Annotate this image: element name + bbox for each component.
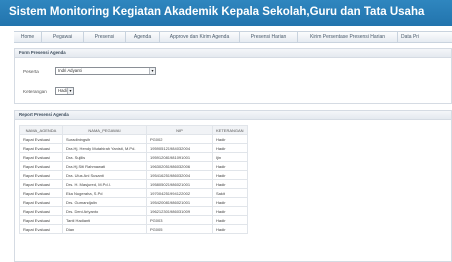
report-panel-header: Report Presensi Agenda bbox=[15, 111, 451, 120]
nav-presensi-harian[interactable]: Presensi Harian bbox=[240, 32, 298, 42]
cell-nama-agenda: Rapat Evaluasi bbox=[19, 170, 63, 180]
peserta-select[interactable]: Indri Adyanti ▼ bbox=[55, 67, 156, 75]
table-row: Rapat Evaluasi Drs. Deni Ariyanto 19621230… bbox=[19, 206, 248, 216]
nav-kirim-persentase[interactable]: Kirim Persentase Presensi Harian bbox=[298, 32, 398, 42]
cell-nip: PG005 bbox=[146, 224, 213, 234]
cell-nama-pegawai: Suradiningsih bbox=[62, 134, 147, 144]
cell-nama-pegawai: Eka Nugeraha, S.Pd bbox=[62, 188, 147, 198]
cell-nip: 195905121984032004 bbox=[146, 143, 213, 153]
cell-nip: 196302051986032006 bbox=[146, 161, 213, 171]
report-table-body: Rapat Evaluasi Suradiningsih PG002 Hadir Rap… bbox=[19, 134, 248, 234]
main-nav: Home Pegawai Presensi Agenda Approve dan… bbox=[14, 31, 452, 43]
peserta-label: Peserta bbox=[23, 69, 39, 74]
column-header-nip: NIP bbox=[146, 125, 213, 135]
table-row: Rapat Evaluasi Dra. Ulus Ani Susanti 19541… bbox=[19, 170, 248, 180]
app-title: Sistem Monitoring Kegiatan Akademik Kepa… bbox=[9, 6, 425, 18]
cell-keterangan: Hadir bbox=[212, 224, 248, 234]
cell-nama-agenda: Rapat Evaluasi bbox=[19, 197, 63, 207]
cell-nip: 195912081981091001 bbox=[146, 152, 213, 162]
cell-nama-pegawai: Dra. Ulus Ani Susanti bbox=[62, 170, 147, 180]
form-presensi-panel: Form Presensi Agenda Peserta Indri Adyan… bbox=[14, 48, 452, 104]
cell-keterangan: Hadir bbox=[212, 206, 248, 216]
cell-nip: 195416251986032004 bbox=[146, 170, 213, 180]
cell-keterangan: Hadir bbox=[212, 170, 248, 180]
nav-data-pribadi[interactable]: Data Pri bbox=[398, 32, 452, 42]
cell-nama-agenda: Rapat Evaluasi bbox=[19, 134, 63, 144]
cell-keterangan: Sakit bbox=[212, 188, 248, 198]
column-header-nama-pegawai: NAMA_PEGAWAI bbox=[62, 125, 147, 135]
keterangan-label: Keterangan bbox=[23, 89, 47, 94]
nav-home[interactable]: Home bbox=[14, 32, 42, 42]
cell-nip: PG003 bbox=[146, 215, 213, 225]
table-row: Rapat Evaluasi Drs. Gumandjalin 1954200819… bbox=[19, 197, 248, 207]
cell-nama-agenda: Rapat Evaluasi bbox=[19, 161, 63, 171]
cell-nama-pegawai: Dian bbox=[62, 224, 147, 234]
cell-nama-pegawai: Drs. H. Masjured, M.Pd.I. bbox=[62, 179, 147, 189]
cell-nama-agenda: Rapat Evaluasi bbox=[19, 143, 63, 153]
table-row: Rapat Evaluasi Eka Nugeraha, S.Pd 19700425… bbox=[19, 188, 248, 198]
cell-nip: 195805021986021001 bbox=[146, 179, 213, 189]
cell-nama-pegawai: Drs. Gumandjalin bbox=[62, 197, 147, 207]
cell-nama-agenda: Rapat Evaluasi bbox=[19, 188, 63, 198]
nav-agenda[interactable]: Agenda bbox=[126, 32, 160, 42]
cell-nama-agenda: Rapat Evaluasi bbox=[19, 215, 63, 225]
cell-nip: 195420081986021001 bbox=[146, 197, 213, 207]
form-panel-header: Form Presensi Agenda bbox=[15, 49, 451, 58]
table-row: Rapat Evaluasi Drs. H. Masjured, M.Pd.I. 1… bbox=[19, 179, 248, 189]
table-row: Rapat Evaluasi Dra.Hj.Siti Rahmawati 19630… bbox=[19, 161, 248, 171]
nav-presensi[interactable]: Presensi bbox=[84, 32, 126, 42]
cell-nama-agenda: Rapat Evaluasi bbox=[19, 152, 63, 162]
column-header-keterangan: KETERANGAN bbox=[212, 125, 248, 135]
chevron-down-icon: ▼ bbox=[149, 68, 155, 74]
cell-keterangan: Hadir bbox=[212, 143, 248, 153]
cell-keterangan: Hadir bbox=[212, 215, 248, 225]
chevron-down-icon: ▼ bbox=[67, 88, 73, 94]
peserta-selected-value: Indri Adyanti bbox=[58, 68, 82, 73]
cell-nip: 197004251994122002 bbox=[146, 188, 213, 198]
cell-nama-pegawai: Dra.Hj. Hendy Mutahirah Yanisti, M.Pd. bbox=[62, 143, 147, 153]
cell-nama-pegawai: Dra. Sujilis bbox=[62, 152, 147, 162]
table-row: Rapat Evaluasi Dian PG005 Hadir bbox=[19, 224, 248, 234]
keterangan-row: Keterangan Hadir ▼ bbox=[23, 87, 323, 97]
cell-keterangan: Hadir bbox=[212, 161, 248, 171]
column-header-nama-agenda: NAMA_AGENDA bbox=[19, 125, 63, 135]
nav-pegawai[interactable]: Pegawai bbox=[42, 32, 84, 42]
cell-keterangan: Hadir bbox=[212, 179, 248, 189]
table-row: Rapat Evaluasi Suradiningsih PG002 Hadir bbox=[19, 134, 248, 144]
cell-nama-agenda: Rapat Evaluasi bbox=[19, 224, 63, 234]
cell-keterangan: Hadir bbox=[212, 134, 248, 144]
nav-approve-kirim-agenda[interactable]: Approve dan Kirim Agenda bbox=[160, 32, 240, 42]
report-presensi-panel: Report Presensi Agenda NAMA_AGENDA NAMA_… bbox=[14, 110, 452, 262]
cell-nama-agenda: Rapat Evaluasi bbox=[19, 179, 63, 189]
table-row: Rapat Evaluasi Dra. Sujilis 19591208198109… bbox=[19, 152, 248, 162]
cell-nama-pegawai: Tanti Hadianti bbox=[62, 215, 147, 225]
app-header: Sistem Monitoring Kegiatan Akademik Kepa… bbox=[0, 0, 452, 26]
keterangan-select[interactable]: Hadir ▼ bbox=[55, 87, 74, 95]
report-table: NAMA_AGENDA NAMA_PEGAWAI NIP KETERANGAN … bbox=[19, 125, 248, 234]
cell-nama-agenda: Rapat Evaluasi bbox=[19, 206, 63, 216]
table-header-row: NAMA_AGENDA NAMA_PEGAWAI NIP KETERANGAN bbox=[19, 125, 248, 135]
cell-nama-pegawai: Drs. Deni Ariyanto bbox=[62, 206, 147, 216]
cell-nama-pegawai: Dra.Hj.Siti Rahmawati bbox=[62, 161, 147, 171]
table-row: Rapat Evaluasi Dra.Hj. Hendy Mutahirah Ya… bbox=[19, 143, 248, 153]
peserta-row: Peserta Indri Adyanti ▼ bbox=[23, 67, 323, 77]
table-row: Rapat Evaluasi Tanti Hadianti PG003 Hadir bbox=[19, 215, 248, 225]
cell-keterangan: Ijin bbox=[212, 152, 248, 162]
cell-keterangan: Hadir bbox=[212, 197, 248, 207]
cell-nip: 196212301986031009 bbox=[146, 206, 213, 216]
cell-nip: PG002 bbox=[146, 134, 213, 144]
